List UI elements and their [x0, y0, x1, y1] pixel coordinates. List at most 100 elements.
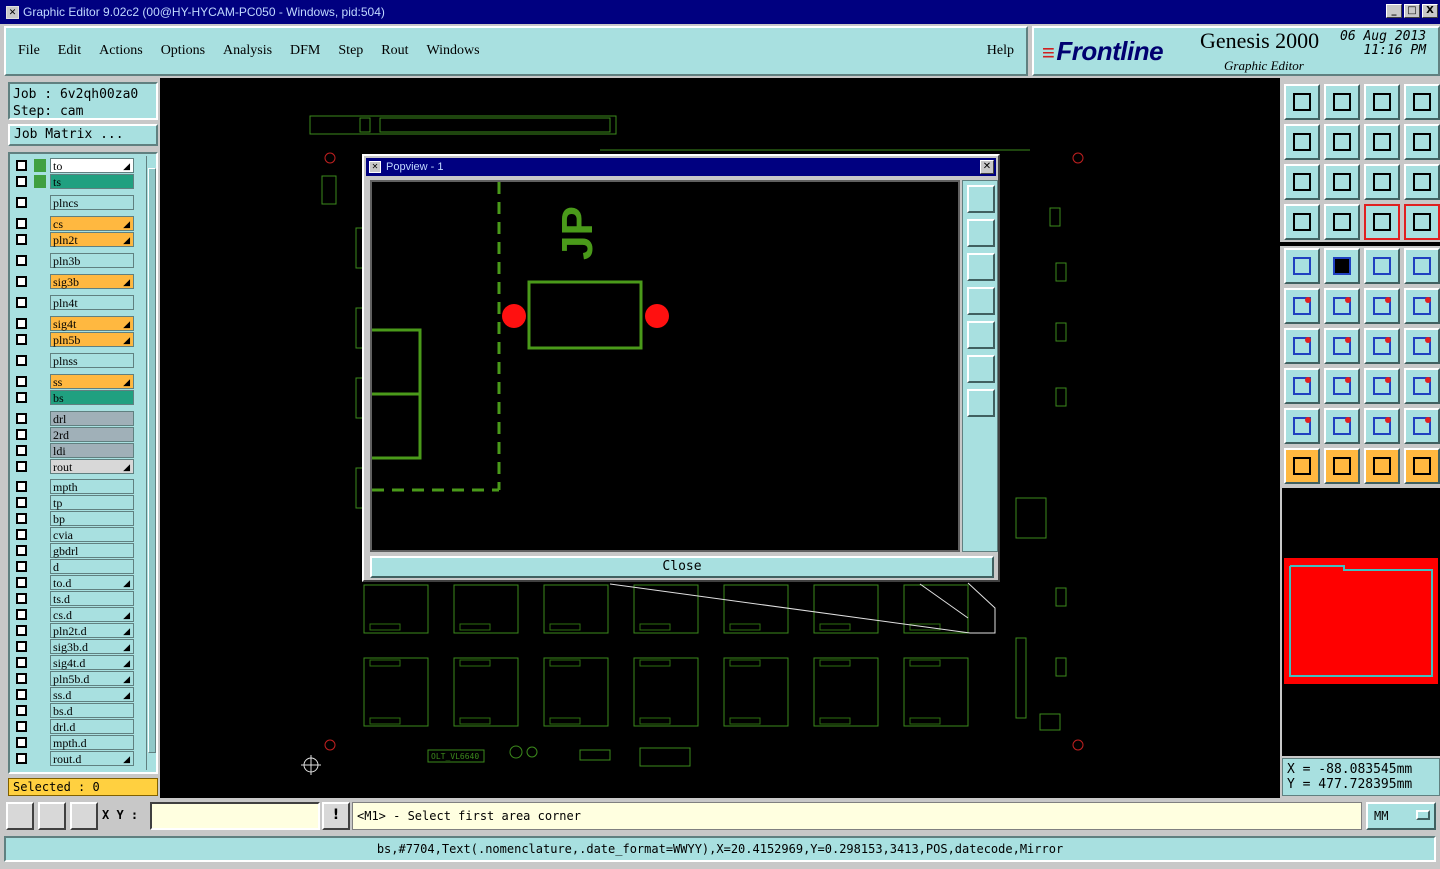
layer-row-bs[interactable]: bs	[12, 390, 134, 405]
snap-red-2-button[interactable]	[1404, 204, 1440, 240]
layer-row-pln2t[interactable]: pln2t ◢	[12, 232, 134, 247]
select-multi-button[interactable]	[1364, 448, 1400, 484]
layer-label[interactable]: ldi	[50, 443, 134, 458]
layer-checkbox[interactable]	[16, 561, 27, 572]
layer-label[interactable]: to ◢	[50, 158, 134, 173]
popview-canvas[interactable]: JP	[370, 180, 960, 552]
menu-windows[interactable]: Windows	[427, 43, 480, 59]
connect-button[interactable]	[1284, 288, 1320, 324]
layer-checkbox[interactable]	[16, 461, 27, 472]
layer-label[interactable]: plnss	[50, 353, 134, 368]
zoom-in-out-button[interactable]	[1404, 84, 1440, 120]
select-pad-button[interactable]	[1284, 368, 1320, 404]
menu-rout[interactable]: Rout	[381, 43, 408, 59]
layer-checkbox[interactable]	[16, 445, 27, 456]
measure-button[interactable]	[38, 802, 66, 830]
snap-button[interactable]	[6, 802, 34, 830]
layer-label[interactable]: drl	[50, 411, 134, 426]
layer-label[interactable]: cs ◢	[50, 216, 134, 231]
layer-label[interactable]: pln3b	[50, 253, 134, 268]
layer-label[interactable]: ts	[50, 174, 134, 189]
layer-label[interactable]: bp	[50, 511, 134, 526]
zoom-home-button[interactable]	[1284, 84, 1320, 120]
popview-close-button[interactable]: Close	[370, 556, 994, 578]
layer-row-sig4t[interactable]: sig4t ◢	[12, 316, 134, 331]
layer-checkbox[interactable]	[16, 609, 27, 620]
layer-checkbox[interactable]	[16, 197, 27, 208]
layer-row-d[interactable]: d	[12, 559, 134, 574]
layer-row-plnss[interactable]: plnss	[12, 353, 134, 368]
warning-3-button[interactable]	[1364, 408, 1400, 444]
units-selector[interactable]: MM	[1366, 802, 1436, 830]
menu-step[interactable]: Step	[338, 43, 363, 59]
job-matrix-button[interactable]: Job Matrix ...	[8, 124, 158, 146]
layer-checkbox[interactable]	[16, 497, 27, 508]
layer-row-sig4t.d[interactable]: sig4t.d ◢	[12, 655, 134, 670]
layer-row-sig3b[interactable]: sig3b ◢	[12, 274, 134, 289]
layer-checkbox[interactable]	[16, 160, 27, 171]
close-window-button[interactable]: X	[1422, 4, 1438, 18]
layer-row-drl[interactable]: drl	[12, 411, 134, 426]
layer-row-2rd[interactable]: 2rd	[12, 427, 134, 442]
help-button[interactable]	[1404, 164, 1440, 200]
layer-row-pln3b[interactable]: pln3b	[12, 253, 134, 268]
layer-label[interactable]: ss.d ◢	[50, 687, 134, 702]
layer-label[interactable]: pln2t ◢	[50, 232, 134, 247]
layer-label[interactable]: sig3b.d ◢	[50, 639, 134, 654]
layer-checkbox[interactable]	[16, 355, 27, 366]
pointer-button[interactable]	[1284, 448, 1320, 484]
scale-1-2-button[interactable]	[1364, 164, 1400, 200]
layer-row-ts[interactable]: ts	[12, 174, 134, 189]
scrollbar-thumb[interactable]	[148, 168, 156, 753]
move-feature-button[interactable]	[1364, 288, 1400, 324]
layer-row-cs[interactable]: cs ◢	[12, 216, 134, 231]
layer-label[interactable]: sig4t.d ◢	[50, 655, 134, 670]
layer-label[interactable]: pln5b ◢	[50, 332, 134, 347]
layer-checkbox[interactable]	[16, 176, 27, 187]
redraw-button[interactable]	[1404, 124, 1440, 160]
menu-dfm[interactable]: DFM	[290, 43, 320, 59]
grid-button[interactable]	[70, 802, 98, 830]
layer-checkbox[interactable]	[16, 577, 27, 588]
zoom-step-button[interactable]	[1364, 84, 1400, 120]
layer-checkbox[interactable]	[16, 529, 27, 540]
layer-row-gbdrl[interactable]: gbdrl	[12, 543, 134, 558]
layer-checkbox[interactable]	[16, 334, 27, 345]
layer-checkbox[interactable]	[16, 429, 27, 440]
layer-label[interactable]: cs.d ◢	[50, 607, 134, 622]
layer-checkbox[interactable]	[16, 234, 27, 245]
menu-analysis[interactable]: Analysis	[223, 43, 272, 59]
center-button[interactable]	[1324, 164, 1360, 200]
layer-checkbox[interactable]	[16, 689, 27, 700]
layer-checkbox[interactable]	[16, 413, 27, 424]
pan-right-button[interactable]	[1324, 124, 1360, 160]
layer-checkbox[interactable]	[16, 705, 27, 716]
ruler-button[interactable]	[1364, 248, 1400, 284]
layer-label[interactable]: cvia	[50, 527, 134, 542]
layer-label[interactable]: rout.d ◢	[50, 751, 134, 766]
layer-label[interactable]: sig3b ◢	[50, 274, 134, 289]
add-pad-button[interactable]	[1284, 248, 1320, 284]
xy-input[interactable]	[150, 802, 320, 830]
layer-checkbox[interactable]	[16, 737, 27, 748]
layer-checkbox[interactable]	[16, 376, 27, 387]
layer-label[interactable]: mpth	[50, 479, 134, 494]
select-single-button[interactable]	[1324, 448, 1360, 484]
layer-label[interactable]: pln5b.d ◢	[50, 671, 134, 686]
menu-edit[interactable]: Edit	[58, 43, 81, 59]
layer-row-rout[interactable]: rout ◢	[12, 459, 134, 474]
layer-checkbox[interactable]	[16, 276, 27, 287]
layer-label[interactable]: ss ◢	[50, 374, 134, 389]
layer-checkbox[interactable]	[16, 513, 27, 524]
layer-label[interactable]: d	[50, 559, 134, 574]
layer-checkbox[interactable]	[16, 255, 27, 266]
popview-pan-left-button[interactable]	[967, 287, 995, 315]
layer-row-pln5b.d[interactable]: pln5b.d ◢	[12, 671, 134, 686]
layer-row-ss[interactable]: ss ◢	[12, 374, 134, 389]
layer-checkbox[interactable]	[16, 392, 27, 403]
layer-checkbox[interactable]	[16, 625, 27, 636]
layer-checkbox[interactable]	[16, 545, 27, 556]
add-circle-button[interactable]	[1404, 248, 1440, 284]
layer-label[interactable]: mpth.d	[50, 735, 134, 750]
layer-label[interactable]: 2rd	[50, 427, 134, 442]
